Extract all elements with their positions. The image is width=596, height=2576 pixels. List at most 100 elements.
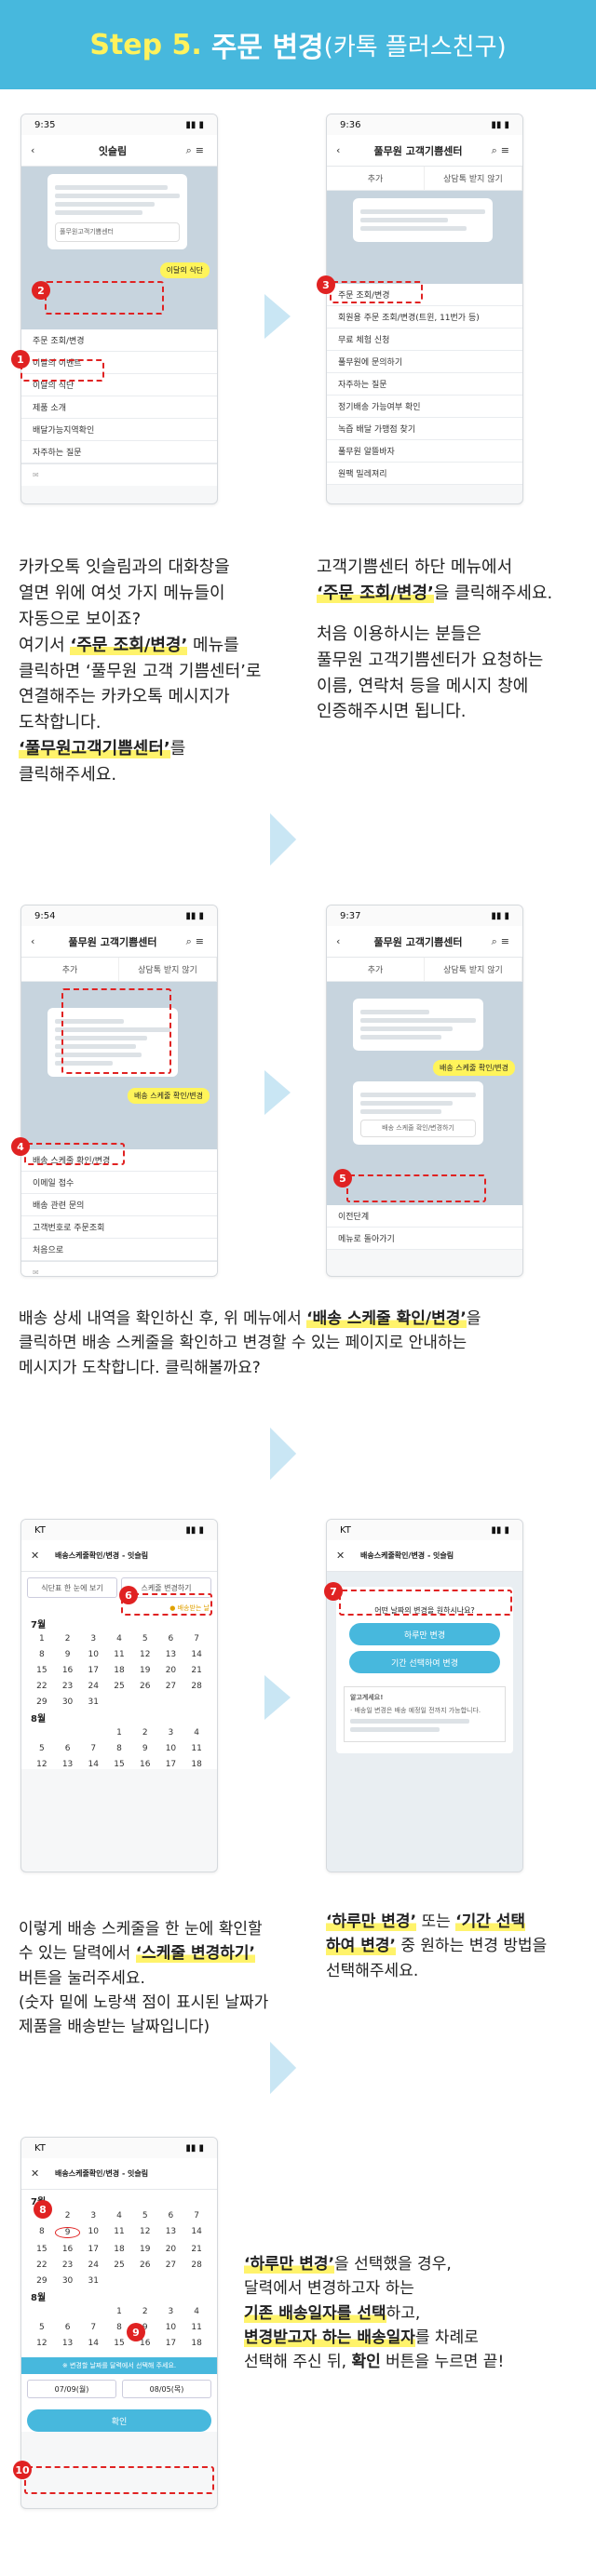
add-friend-button[interactable]: 추가 xyxy=(21,958,119,981)
chat-appbar: ‹ 잇슬림 ⌕≡ xyxy=(21,135,217,167)
menu-franchise[interactable]: 녹즙 배달 가맹점 찾기 xyxy=(327,418,522,440)
status-bar: 9:54 ▮▮ ▮ xyxy=(21,906,217,926)
phone-schedule-link: 9:37 ▮▮ ▮ ‹ 풀무원 고객기쁨센터 ⌕≡ 추가 상담톡 받지 않기 배송… xyxy=(326,905,523,1277)
calendar-grid-august: 1234 5 6 7 8 9 10 11 12 13 14 15 16 17 18 xyxy=(36,1728,202,1769)
modal-backdrop: 어떤 날짜의 변경을 원하시나요? 하루만 변경 기간 선택하여 변경 알고계세… xyxy=(327,1572,522,1872)
menu-order-check[interactable]: 주문 조회/변경 xyxy=(21,329,217,352)
schedule-link-button[interactable]: 배송 스케줄 확인/변경하기 xyxy=(360,1120,476,1137)
back-icon[interactable]: ‹ xyxy=(31,144,55,156)
webview-title: 배송스케줄확인/변경 - 잇슬림 xyxy=(55,2169,149,2178)
chat-area: 배송 스케줄 확인/변경 배송 스케줄 확인/변경하기 xyxy=(327,982,522,1205)
menu-customer-order[interactable]: 고객번호로 주문조회 xyxy=(21,1216,217,1239)
center-link-card[interactable]: 풀무원고객기쁨센터 xyxy=(55,222,180,242)
period-change-button[interactable]: 기간 선택하여 변경 xyxy=(349,1651,500,1673)
step-badge-6: 6 xyxy=(119,1586,138,1604)
status-bar: 9:37 ▮▮ ▮ xyxy=(327,906,522,926)
calendar-grid-july: 1234567 891011121314 15161718192021 2223… xyxy=(36,1634,202,1707)
menu-prev[interactable]: 이전단계 xyxy=(327,1205,522,1228)
arrow-down-left-icon xyxy=(244,2042,297,2095)
menu-home[interactable]: 처음으로 xyxy=(21,1239,217,1261)
highlight-box-1 xyxy=(20,359,104,382)
add-friend-button[interactable]: 추가 xyxy=(327,167,425,190)
highlight-box-5 xyxy=(346,1174,486,1202)
step-badge-7: 7 xyxy=(324,1582,343,1601)
close-icon[interactable]: ✕ xyxy=(336,1550,360,1562)
instruction-text-4: 이렇게 배송 스케줄을 한 눈에 확인할 수 있는 달력에서 ‘스케줄 변경하기… xyxy=(19,1920,269,2037)
search-menu-icons[interactable]: ⌕≡ xyxy=(170,935,208,948)
chat-menu-list: 주문 조회/변경 이달의 이벤트 이달의 식단 제품 소개 배달가능지역확인 자… xyxy=(21,329,217,463)
phone-delivery-info: 9:54 ▮▮ ▮ ‹ 풀무원 고객기쁨센터 ⌕≡ 추가 상담톡 받지 않기 배송… xyxy=(20,905,218,1277)
status-bar: 9:35 ▮▮ ▮ xyxy=(21,114,217,135)
add-friend-button[interactable]: 추가 xyxy=(327,958,425,981)
menu-faq[interactable]: 자주하는 질문 xyxy=(327,373,522,396)
month-label: 7월 xyxy=(31,1620,47,1630)
diet-table-tab[interactable]: 식단표 한 눈에 보기 xyxy=(27,1577,117,1598)
webview-appbar: ✕ 배송스케줄확인/변경 - 잇슬림 xyxy=(21,1540,217,1572)
arrow-right-icon xyxy=(264,294,291,339)
one-day-change-button[interactable]: 하루만 변경 xyxy=(349,1623,500,1645)
chat-subbar: 추가 상담톡 받지 않기 xyxy=(21,958,217,982)
menu-member-order[interactable]: 회원용 주문 조회/변경(트윈, 11번가 등) xyxy=(327,306,522,329)
step-badge-10: 10 xyxy=(13,2461,32,2479)
menu-bazaar[interactable]: 풀무원 알뜰바자 xyxy=(327,440,522,463)
instruction-text-6: ‘하루만 변경’을 선택했을 경우, 달력에서 변경하고자 하는 기존 배송일자… xyxy=(244,2255,505,2372)
new-date-field[interactable]: 08/05(목) xyxy=(122,2380,211,2398)
phone-change-method: KT ▮▮ ▮ ✕ 배송스케줄확인/변경 - 잇슬림 어떤 날짜의 변경을 원하시… xyxy=(326,1519,523,1872)
menu-delivery-inquiry[interactable]: 배송 관련 문의 xyxy=(21,1194,217,1216)
message-input[interactable]: ✉ xyxy=(21,1261,217,1276)
highlight-box-4 xyxy=(24,1143,125,1165)
webview-appbar: ✕ 배송스케줄확인/변경 - 잇슬림 xyxy=(327,1540,522,1572)
arrow-right-icon xyxy=(264,1675,291,1720)
message-input[interactable]: ✉ xyxy=(21,463,217,486)
arrow-right-icon xyxy=(264,1070,291,1115)
step-badge-5: 5 xyxy=(333,1169,352,1187)
calendar-view: 7월 1234567 891011121314 15161718192021 2… xyxy=(21,2190,217,2432)
step-badge-1: 1 xyxy=(11,350,30,369)
menu-product[interactable]: 제품 소개 xyxy=(21,396,217,419)
phone-calendar: KT ▮▮ ▮ ✕ 배송스케줄확인/변경 - 잇슬림 식단표 한 눈에 보기 스케… xyxy=(20,1519,218,1872)
block-chat-button[interactable]: 상담톡 받지 않기 xyxy=(425,958,522,981)
menu-faq[interactable]: 자주하는 질문 xyxy=(21,441,217,463)
instruction-text-2: 고객기쁨센터 하단 메뉴에서 ‘주문 조회/변경’을 클릭해주세요. 처음 이용… xyxy=(317,557,553,722)
highlight-box-2 xyxy=(45,281,164,315)
menu-onepack[interactable]: 원팩 밀레져리 xyxy=(327,463,522,485)
original-date-field[interactable]: 07/09(월) xyxy=(27,2380,116,2398)
message-bubble: 풀무원고객기쁨센터 xyxy=(47,174,187,249)
back-icon[interactable]: ‹ xyxy=(336,144,360,156)
instruction-text-3: 배송 상세 내역을 확인하신 후, 위 메뉴에서 ‘배송 스케줄 확인/변경’을… xyxy=(19,1309,481,1377)
highlight-box-10 xyxy=(24,2466,214,2494)
step-badge-4: 4 xyxy=(11,1137,30,1156)
step-badge-8: 8 xyxy=(34,2200,52,2219)
search-menu-icons[interactable]: ⌕≡ xyxy=(476,935,513,948)
notice-box: 알고계세요! · 배송일 변경은 배송 예정일 전까지 가능합니다. xyxy=(344,1686,506,1742)
sent-chip: 배송 스케줄 확인/변경 xyxy=(432,1060,515,1076)
menu-regular-delivery[interactable]: 정기배송 가능여부 확인 xyxy=(327,396,522,418)
chat-title: 잇슬림 xyxy=(98,144,128,157)
menu-inquiry[interactable]: 풀무원에 문의하기 xyxy=(327,351,522,373)
menu-email[interactable]: 이메일 접수 xyxy=(21,1172,217,1194)
menu-free-trial[interactable]: 무료 체험 신청 xyxy=(327,329,522,351)
header-subtitle: (카톡 플러스친구) xyxy=(323,33,507,61)
confirm-button[interactable]: 확인 xyxy=(27,2409,211,2432)
back-icon[interactable]: ‹ xyxy=(31,935,55,947)
instruction-text-1: 카카오톡 잇슬림과의 대화창을 열면 위에 여섯 가지 메뉴들이 자동으로 보이… xyxy=(19,557,262,785)
search-menu-icons[interactable]: ⌕≡ xyxy=(476,144,513,157)
status-bar: 9:36 ▮▮ ▮ xyxy=(327,114,522,135)
month-label: 8월 xyxy=(31,2293,47,2303)
close-icon[interactable]: ✕ xyxy=(31,1550,55,1562)
menu-delivery-area[interactable]: 배달가능지역확인 xyxy=(21,419,217,441)
phone-date-select: KT▮▮ ▮ ✕ 배송스케줄확인/변경 - 잇슬림 7월 1234567 891… xyxy=(20,2137,218,2509)
chat-menu-list: 배송 스케줄 확인/변경 이메일 접수 배송 관련 문의 고객번호로 주문조회 … xyxy=(21,1149,217,1261)
chat-menu-list: 주문 조회/변경 회원용 주문 조회/변경(트윈, 11번가 등) 무료 체험 … xyxy=(327,284,522,485)
menu-back[interactable]: 메뉴로 돌아가기 xyxy=(327,1228,522,1250)
search-menu-icons[interactable]: ⌕≡ xyxy=(170,144,208,157)
webview-title: 배송스케줄확인/변경 - 잇슬림 xyxy=(360,1551,454,1560)
phone-customer-center: 9:36 ▮▮ ▮ ‹ 풀무원 고객기쁨센터 ⌕≡ 추가 상담톡 받지 않기 주문… xyxy=(326,114,523,504)
status-bar: KT ▮▮ ▮ xyxy=(21,1520,217,1540)
block-chat-button[interactable]: 상담톡 받지 않기 xyxy=(119,958,217,981)
status-bar: KT ▮▮ ▮ xyxy=(21,2138,217,2158)
close-icon[interactable]: ✕ xyxy=(31,2167,55,2180)
webview-appbar: ✕ 배송스케줄확인/변경 - 잇슬림 xyxy=(21,2158,217,2190)
back-icon[interactable]: ‹ xyxy=(336,935,360,947)
block-chat-button[interactable]: 상담톡 받지 않기 xyxy=(425,167,522,190)
